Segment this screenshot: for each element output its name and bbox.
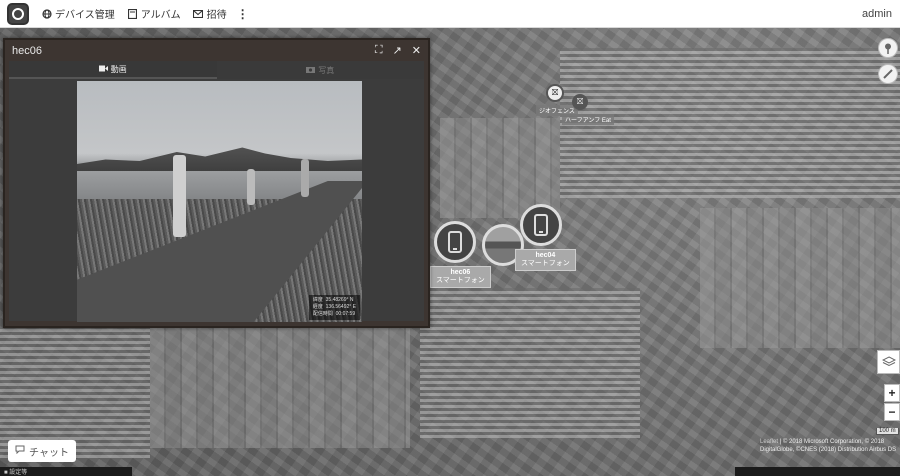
map-field-area (150, 328, 410, 448)
smartphone-icon (448, 231, 462, 253)
layers-icon[interactable] (877, 350, 900, 374)
chat-button[interactable]: チャット (8, 440, 76, 462)
tab-video[interactable]: 動画 (9, 61, 217, 79)
close-icon[interactable]: ✕ (412, 44, 421, 57)
more-menu-icon[interactable]: ⋮ (237, 7, 249, 21)
tab-label: 写真 (318, 65, 335, 75)
panel-title: hec06 (12, 44, 42, 57)
globe-icon (41, 8, 52, 19)
fullscreen-icon[interactable]: ⛶ (375, 44, 383, 57)
geofence-icon[interactable]: ⛝ (546, 84, 564, 102)
video-area: 緯度 35.48269° N 経度 136.56492° E 配信時間 00:0… (9, 79, 424, 322)
map-attribution: Leaflet | © 2018 Microsoft Corporation, … (760, 438, 900, 454)
user-menu[interactable]: admin (862, 8, 892, 20)
map-field-area (700, 208, 900, 348)
top-navigation-bar: デバイス管理 アルバム 招待 ⋮ admin (0, 0, 900, 28)
video-scene-runner (173, 155, 186, 237)
mail-icon (193, 8, 204, 19)
status-bar: ■ 設定等 (0, 467, 132, 476)
map-field-area (440, 118, 560, 218)
nav-label: デバイス管理 (55, 10, 115, 21)
nav-album[interactable]: アルバム (127, 6, 181, 21)
smartphone-icon (534, 214, 548, 236)
device-name: hec06 (450, 269, 471, 276)
video-scene-runner (247, 169, 255, 205)
tab-label: 動画 (110, 64, 127, 74)
device-marker-hec04[interactable] (520, 204, 562, 246)
device-type: スマートフォン (521, 260, 570, 267)
device-marker-hec06[interactable] (434, 221, 476, 263)
gps-coordinates-overlay: 緯度 35.48269° N 経度 136.56492° E 配信時間 00:0… (308, 295, 360, 320)
device-type: スマートフォン (436, 277, 485, 284)
zoom-out-button[interactable]: − (884, 403, 900, 421)
nav-invite[interactable]: 招待 (193, 6, 227, 21)
attribution-text: | © 2018 Microsoft Corporation, © 2018 D… (760, 439, 897, 453)
device-name: hec04 (535, 252, 556, 259)
panel-header: hec06 ⛶ ↗ ✕ (5, 40, 428, 61)
nav-label: アルバム (140, 10, 181, 21)
app-logo-icon[interactable] (7, 2, 29, 25)
device-label-hec04[interactable]: hec04 スマートフォン (515, 249, 576, 271)
map-town-area (0, 328, 150, 458)
live-video-frame[interactable]: 緯度 35.48269° N 経度 136.56492° E 配信時間 00:0… (77, 81, 362, 322)
device-label-hec06[interactable]: hec06 スマートフォン (430, 266, 491, 288)
camera-icon (306, 66, 316, 75)
popout-icon[interactable]: ↗ (393, 44, 402, 57)
nav-device-management[interactable]: デバイス管理 (41, 6, 115, 21)
zoom-in-button[interactable]: + (884, 384, 900, 402)
status-bar-right (735, 467, 900, 476)
video-scene-runner (301, 159, 309, 197)
nav-label: 招待 (206, 10, 227, 21)
chat-label: チャット (29, 447, 69, 459)
map-town-area (420, 288, 640, 438)
geofence-icon[interactable]: ⛝ (572, 94, 588, 110)
pin-tool-icon[interactable] (878, 38, 898, 58)
tab-photo[interactable]: 写真 (216, 61, 424, 79)
video-camera-icon (98, 65, 108, 74)
device-stream-panel: hec06 ⛶ ↗ ✕ 動画 写真 緯度 35.48269° N 経度 136.… (3, 38, 430, 328)
video-scene-mountains (77, 147, 362, 173)
chat-icon (15, 445, 25, 457)
panel-tabs: 動画 写真 (9, 61, 424, 79)
map-scale: 100 m (876, 428, 899, 435)
geofence-label: ハーフアンフ Eat (562, 114, 614, 125)
leaflet-link[interactable]: Leaflet (760, 439, 778, 445)
draw-tool-icon[interactable] (878, 64, 898, 84)
album-icon (127, 8, 138, 19)
